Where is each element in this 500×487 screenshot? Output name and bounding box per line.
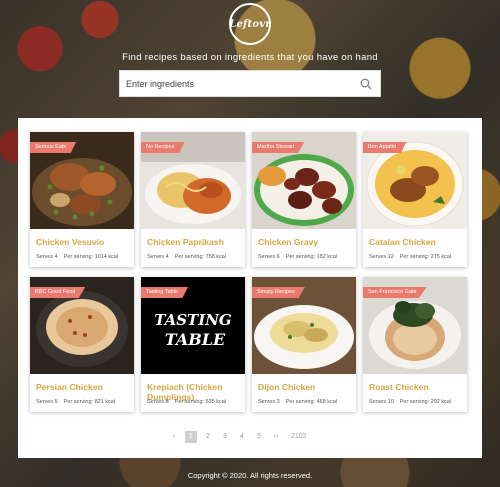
recipe-serves: Serves 10 xyxy=(369,399,394,405)
recipe-card[interactable]: BBC Good Food Persian Chicken Serves 5 Pe… xyxy=(30,277,134,412)
recipe-title[interactable]: Catalan Chicken xyxy=(369,237,461,249)
recipe-card[interactable]: Serious Eats Chicken Vesuvio Serves 4 Per… xyxy=(30,132,134,267)
search-bar xyxy=(119,70,381,97)
source-badge: BBC Good Food xyxy=(30,287,86,298)
recipe-card[interactable]: Martha Stewart Chicken Gravy Serves 6 Per… xyxy=(252,132,356,267)
recipe-meta: Serves 8 Per serving: 535 kcal xyxy=(147,399,226,405)
search-icon[interactable] xyxy=(352,71,380,96)
results-panel: Serious Eats Chicken Vesuvio Serves 4 Per… xyxy=(18,118,482,458)
recipe-serves: Serves 6 xyxy=(258,254,280,260)
app-logo[interactable]: Leftovr xyxy=(229,3,271,45)
recipe-serves: Serves 4 xyxy=(147,254,169,260)
recipe-meta: Serves 12 Per serving: 275 kcal xyxy=(369,254,451,260)
source-badge: Simply Recipes xyxy=(252,287,305,298)
page-5-button[interactable]: 5 xyxy=(253,431,265,443)
recipe-serves: Serves 5 xyxy=(36,399,58,405)
recipe-image: BBC Good Food xyxy=(30,277,134,374)
recipe-title[interactable]: Roast Chicken xyxy=(369,382,461,394)
recipe-meta: Serves 10 Per serving: 292 kcal xyxy=(369,399,451,405)
recipe-title[interactable]: Dijon Chicken xyxy=(258,382,350,394)
recipe-title[interactable]: Chicken Paprikash xyxy=(147,237,239,249)
recipe-calories: Per serving: 182 kcal xyxy=(285,254,338,260)
recipe-grid: Serious Eats Chicken Vesuvio Serves 4 Per… xyxy=(30,132,467,412)
source-badge: No Recipes xyxy=(141,142,185,153)
source-badge: Serious Eats xyxy=(30,142,77,153)
source-badge: Bon Appétit xyxy=(363,142,407,153)
recipe-serves: Serves 4 xyxy=(36,254,58,260)
page-1-button[interactable]: 1 xyxy=(185,431,197,443)
recipe-calories: Per serving: 1014 kcal xyxy=(63,254,119,260)
recipe-image: TASTING TABLE Tasting Table xyxy=(141,277,245,374)
recipe-card[interactable]: San Francisco Gate Roast Chicken Serves … xyxy=(363,277,467,412)
svg-text:TABLE: TABLE xyxy=(165,330,226,349)
recipe-calories: Per serving: 758 kcal xyxy=(174,254,227,260)
recipe-image: Serious Eats xyxy=(30,132,134,229)
recipe-meta: Serves 4 Per serving: 758 kcal xyxy=(147,254,226,260)
recipe-card[interactable]: TASTING TABLE Tasting Table Kreplach (Ch… xyxy=(141,277,245,412)
recipe-meta: Serves 6 Per serving: 182 kcal xyxy=(258,254,337,260)
source-badge: Martha Stewart xyxy=(252,142,305,153)
recipe-image: Martha Stewart xyxy=(252,132,356,229)
recipe-calories: Per serving: 821 kcal xyxy=(63,399,116,405)
page-4-button[interactable]: 4 xyxy=(236,431,248,443)
recipe-calories: Per serving: 535 kcal xyxy=(174,399,227,405)
tagline: Find recipes based on ingredients that y… xyxy=(122,52,378,63)
recipe-meta: Serves 3 Per serving: 468 kcal xyxy=(258,399,337,405)
recipe-serves: Serves 8 xyxy=(147,399,169,405)
recipe-serves: Serves 3 xyxy=(258,399,280,405)
recipe-card[interactable]: Simply Recipes Dijon Chicken Serves 3 Per… xyxy=(252,277,356,412)
copyright-footer: Copyright © 2020. All rights reserved. xyxy=(187,471,313,480)
next-pages-button[interactable]: ›› xyxy=(270,431,282,443)
prev-page-button[interactable]: ‹ xyxy=(168,431,180,443)
recipe-meta: Serves 4 Per serving: 1014 kcal xyxy=(36,254,118,260)
recipe-meta: Serves 5 Per serving: 821 kcal xyxy=(36,399,115,405)
recipe-title[interactable]: Persian Chicken xyxy=(36,382,128,394)
recipe-title[interactable]: Chicken Gravy xyxy=(258,237,350,249)
recipe-card[interactable]: No Recipes Chicken Paprikash Serves 4 Per… xyxy=(141,132,245,267)
svg-text:TASTING: TASTING xyxy=(154,311,232,329)
recipe-calories: Per serving: 275 kcal xyxy=(399,254,452,260)
page-3-button[interactable]: 3 xyxy=(219,431,231,443)
recipe-image: Bon Appétit xyxy=(363,132,467,229)
recipe-calories: Per serving: 468 kcal xyxy=(285,399,338,405)
recipe-title[interactable]: Chicken Vesuvio xyxy=(36,237,128,249)
recipe-calories: Per serving: 292 kcal xyxy=(399,399,452,405)
recipe-serves: Serves 12 xyxy=(369,254,394,260)
recipe-image: San Francisco Gate xyxy=(363,277,467,374)
ingredients-search-input[interactable] xyxy=(120,71,352,96)
recipe-image: No Recipes xyxy=(141,132,245,229)
source-badge: San Francisco Gate xyxy=(363,287,427,298)
pagination: ‹ 1 2 3 4 5 ›› 2102 xyxy=(168,431,307,443)
page-2-button[interactable]: 2 xyxy=(202,431,214,443)
last-page-button[interactable]: 2102 xyxy=(291,431,307,443)
recipe-image: Simply Recipes xyxy=(252,277,356,374)
source-badge: Tasting Table xyxy=(141,287,189,298)
recipe-card[interactable]: Bon Appétit Catalan Chicken Serves 12 Per… xyxy=(363,132,467,267)
